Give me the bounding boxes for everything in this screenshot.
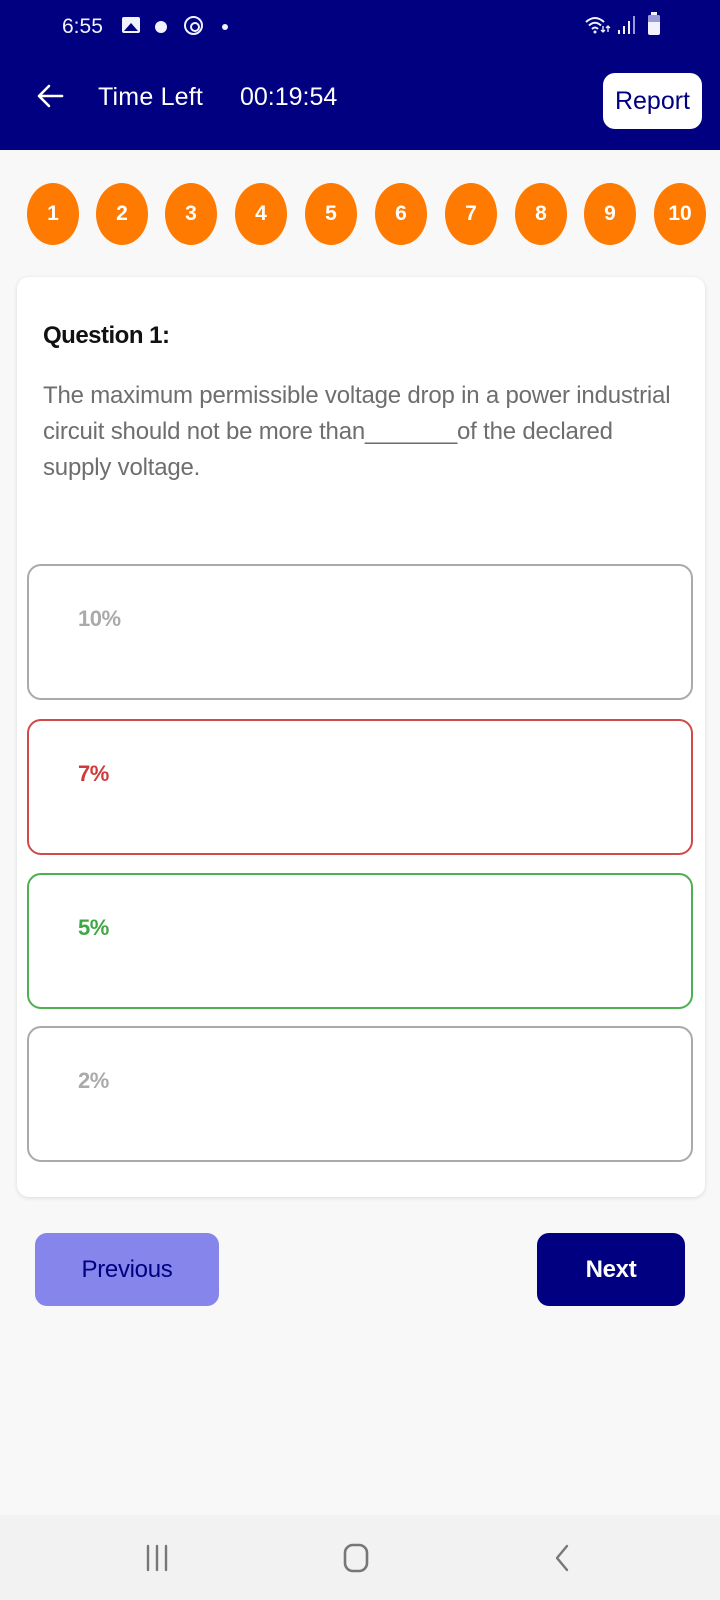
option-4[interactable]: 2% (27, 1026, 693, 1162)
back-button[interactable] (30, 76, 70, 116)
option-1[interactable]: 10% (27, 564, 693, 700)
question-nav-item[interactable]: 8 (515, 183, 567, 245)
status-time: 6:55 (62, 15, 103, 38)
question-nav-item[interactable]: 4 (235, 183, 287, 245)
question-title: Question 1: (43, 322, 170, 349)
question-nav-item[interactable]: 10 (654, 183, 706, 245)
status-bar: 6:55 (0, 0, 720, 56)
option-label: 7% (78, 761, 109, 786)
question-nav-item[interactable]: 9 (584, 183, 636, 245)
app-bar: Time Left 00:19:54 Report (0, 56, 720, 150)
gallery-icon (122, 17, 140, 33)
recents-icon (146, 1544, 168, 1571)
question-nav-item[interactable]: 5 (305, 183, 357, 245)
option-label: 5% (78, 915, 109, 940)
system-nav-bar (0, 1515, 720, 1600)
question-nav-item[interactable]: 7 (445, 183, 497, 245)
signal-icon (618, 16, 635, 34)
system-back-button[interactable] (512, 1515, 612, 1600)
question-nav-item[interactable]: 6 (375, 183, 427, 245)
messenger-icon (155, 21, 167, 33)
wifi-icon (585, 17, 611, 34)
report-button[interactable]: Report (603, 73, 702, 129)
time-left-label: Time Left (98, 83, 204, 111)
question-text: The maximum permissible voltage drop in … (43, 382, 671, 481)
recents-button[interactable] (107, 1515, 207, 1600)
question-nav-item[interactable]: 2 (96, 183, 148, 245)
header: 6:55 Time Left 00:19:54 Report (0, 0, 720, 150)
next-button[interactable]: Next (537, 1233, 685, 1306)
sync-icon (184, 16, 203, 35)
home-icon (343, 1543, 369, 1572)
question-nav-item[interactable]: 3 (165, 183, 217, 245)
back-chevron-icon (555, 1544, 569, 1571)
option-label: 10% (78, 606, 121, 631)
question-navigator: 1 2 3 4 5 6 7 8 9 10 (0, 183, 720, 245)
question-card: Question 1: The maximum permissible volt… (17, 277, 705, 1197)
option-2-wrong[interactable]: 7% (27, 719, 693, 855)
option-label: 2% (78, 1068, 109, 1093)
arrow-left-icon (37, 84, 64, 108)
notification-dot-icon (222, 24, 228, 30)
battery-icon (648, 12, 660, 35)
home-button[interactable] (307, 1515, 407, 1600)
timer-value: 00:19:54 (240, 83, 338, 111)
question-nav-item[interactable]: 1 (27, 183, 79, 245)
previous-button[interactable]: Previous (35, 1233, 219, 1306)
option-3-correct[interactable]: 5% (27, 873, 693, 1009)
